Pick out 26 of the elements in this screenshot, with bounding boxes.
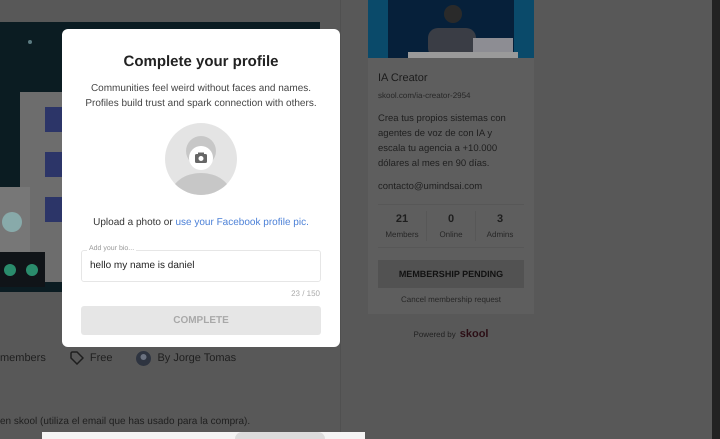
body-text: en skool (utiliza el email que has usado para la compra). — [0, 414, 252, 428]
stat-label: Admins — [486, 229, 514, 242]
group-description: Crea tus propios sistemas con agentes de voz de con IA y escala tu agencia a +10.000 dólares al mes en 90 días. — [378, 112, 507, 170]
cancel-link[interactable]: Cancel membership request — [378, 294, 524, 306]
meta-text: By Jorge Tomas — [157, 351, 236, 366]
stat-value: 0 — [448, 212, 454, 227]
stat-value: 3 — [496, 212, 504, 227]
facebook-link[interactable]: use your Facebook profile pic. — [175, 216, 309, 228]
camera-icon — [189, 146, 213, 170]
group-url: skool.com/ia-creator-2954 — [378, 90, 472, 102]
stat-label: Online — [439, 229, 463, 242]
character-counter: 23 / 150 — [291, 288, 320, 300]
modal-subtitle: Communities feel weird without faces and names. Profiles build trust and spark connection with others. — [84, 82, 318, 110]
stat-label: Members — [385, 229, 419, 242]
modal-title: Complete your profile — [123, 52, 279, 72]
pill-button[interactable] — [235, 432, 325, 439]
avatar-icon — [136, 350, 152, 366]
meta-text: members — [0, 351, 46, 366]
stat-value: 21 — [396, 212, 408, 227]
group-name: IA Creator — [378, 71, 429, 86]
meta-text: Free — [90, 351, 112, 366]
membership-button[interactable]: MEMBERSHIP PENDING — [378, 260, 524, 288]
group-email: contacto@umindsai.com — [378, 180, 484, 194]
upload-text: Upload a photo or — [93, 216, 173, 228]
brand-logo: skool — [460, 327, 488, 342]
tag-icon — [70, 351, 84, 366]
